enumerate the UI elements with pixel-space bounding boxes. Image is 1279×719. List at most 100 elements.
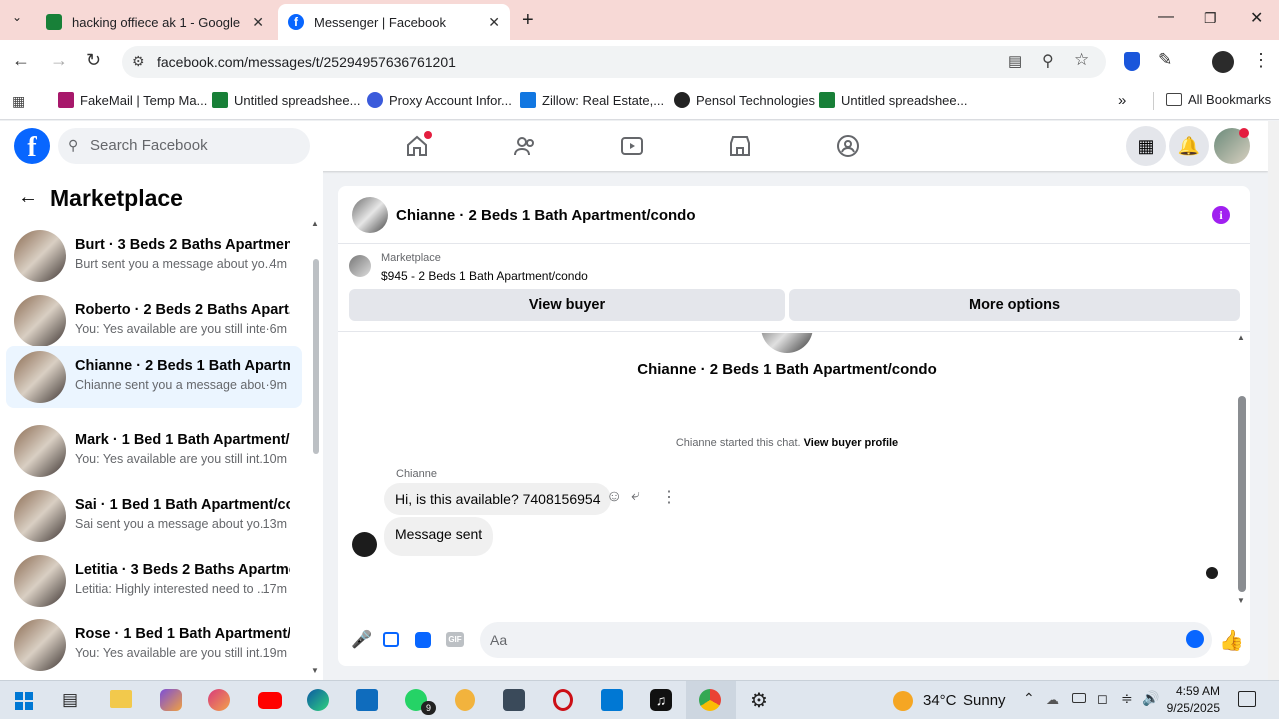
bookmark-star-icon[interactable]: ☆ — [1074, 50, 1089, 70]
new-tab-button[interactable]: + — [522, 9, 534, 32]
photo-icon[interactable] — [383, 632, 399, 647]
menu-grid-icon[interactable]: ▦ — [1126, 126, 1166, 166]
video-icon[interactable] — [620, 134, 644, 158]
bookmark-zillow[interactable]: Zillow: Real Estate,... — [520, 92, 664, 108]
more-bookmarks-icon[interactable]: » — [1118, 92, 1126, 109]
tab-google-sheets[interactable]: hacking offiece ak 1 - Google Sh ✕ — [36, 4, 274, 40]
more-actions-icon[interactable]: ⋮ — [661, 487, 677, 507]
install-icon[interactable]: ▤ — [1008, 52, 1022, 70]
listing-thumbnail[interactable] — [349, 255, 371, 277]
forward-button[interactable]: → — [50, 50, 68, 71]
bookmark-proxy[interactable]: Proxy Account Infor... — [367, 92, 512, 108]
profile-avatar[interactable] — [1212, 51, 1234, 73]
facebook-search-input[interactable]: ⚲ Search Facebook — [58, 128, 310, 164]
conversation-item[interactable]: Sai · 1 Bed 1 Bath Apartment/co... Sai se… — [6, 485, 302, 547]
youtube-icon[interactable] — [258, 692, 282, 709]
extensions-icon[interactable]: ✎ — [1158, 50, 1172, 70]
address-bar[interactable]: ⚙ facebook.com/messages/t/25294957636761… — [122, 46, 1106, 78]
restore-button[interactable]: ❐ — [1204, 10, 1217, 27]
app-icon[interactable] — [208, 689, 230, 711]
scroll-up-icon[interactable]: ▲ — [311, 219, 319, 228]
react-emoji-icon[interactable]: ☺ — [606, 488, 622, 506]
clock-time[interactable]: 4:59 AM — [1166, 684, 1220, 698]
task-view-icon[interactable]: ▤ — [62, 690, 78, 710]
volume-icon[interactable]: 🔊 — [1142, 690, 1159, 707]
opera-icon[interactable] — [553, 689, 573, 711]
chat-title[interactable]: Chianne · 2 Beds 1 Bath Apartment/condo — [396, 207, 695, 224]
scroll-down-icon[interactable]: ▼ — [1237, 596, 1245, 605]
bookmark-spreadsheet-2[interactable]: Untitled spreadshee... — [819, 92, 967, 108]
emoji-icon[interactable] — [1186, 630, 1204, 648]
conversation-item[interactable]: Chianne · 2 Beds 1 Bath Apartm... Chianne… — [6, 346, 302, 408]
extension-shield-icon[interactable] — [1124, 52, 1140, 71]
notification-center-icon[interactable] — [1238, 691, 1256, 707]
microphone-icon[interactable]: 🎤 — [351, 630, 372, 650]
clock-date[interactable]: 9/25/2025 — [1160, 701, 1220, 715]
windows-start-icon[interactable] — [15, 692, 33, 710]
thread-scrollbar[interactable] — [1238, 396, 1246, 592]
listing-title[interactable]: $945 - 2 Beds 1 Bath Apartment/condo — [381, 269, 588, 283]
tab-search-button[interactable]: ⌄ — [12, 10, 22, 24]
minimize-button[interactable]: — — [1158, 8, 1174, 26]
conversation-item[interactable]: Mark · 1 Bed 1 Bath Apartment/... You: Ye… — [6, 420, 302, 482]
store-icon[interactable] — [601, 689, 623, 711]
back-arrow-icon[interactable]: ← — [18, 186, 38, 209]
like-thumb-icon[interactable]: 👍 — [1219, 628, 1244, 653]
tiktok-icon[interactable]: ♫ — [650, 689, 672, 711]
sidebar-scrollbar[interactable] — [313, 259, 319, 454]
close-icon[interactable]: ✕ — [488, 14, 500, 31]
show-hidden-icons-icon[interactable]: ⌃ — [1023, 690, 1035, 707]
marketplace-icon[interactable] — [728, 134, 752, 158]
scroll-up-icon[interactable]: ▲ — [1237, 333, 1245, 342]
reply-icon[interactable]: ⤶ — [631, 487, 640, 505]
conversation-item[interactable]: Roberto · 2 Beds 2 Baths Apart... You: Ye… — [6, 290, 302, 352]
conversation-item[interactable]: Letitia · 3 Beds 2 Baths Apartme... Letit… — [6, 550, 302, 612]
apps-icon[interactable]: ▦ — [12, 93, 25, 110]
weather-temp[interactable]: 34°C — [923, 692, 957, 709]
facebook-logo-icon[interactable]: f — [14, 128, 50, 164]
site-info-icon[interactable]: ⚙ — [132, 53, 145, 70]
close-icon[interactable]: ✕ — [252, 14, 264, 31]
back-button[interactable]: ← — [12, 50, 30, 71]
file-explorer-icon[interactable] — [110, 690, 132, 708]
wifi-icon[interactable]: ≑ — [1121, 690, 1133, 707]
battery-icon[interactable] — [1072, 693, 1086, 703]
conversation-name: Chianne · 2 Beds 1 Bath Apartm... — [75, 358, 290, 374]
close-window-button[interactable]: ✕ — [1250, 8, 1263, 28]
message-bubble[interactable]: Message sent — [384, 517, 494, 556]
bookmark-pensol[interactable]: Pensol Technologies — [674, 92, 815, 108]
settings-gear-icon[interactable]: ⚙ — [750, 688, 768, 713]
chrome-icon[interactable] — [699, 689, 721, 711]
friends-icon[interactable] — [513, 134, 537, 158]
conversation-item[interactable]: Rose · 1 Bed 1 Bath Apartment/c... You: Y… — [6, 614, 302, 676]
medal-icon[interactable] — [455, 689, 475, 711]
all-bookmarks[interactable]: All Bookmarks — [1166, 92, 1271, 107]
scroll-down-icon[interactable]: ▼ — [311, 666, 319, 675]
groups-icon[interactable] — [836, 134, 860, 158]
message-bubble[interactable]: Hi, is this available? 7408156954 — [384, 483, 612, 515]
edge-icon[interactable] — [307, 689, 329, 711]
chat-avatar[interactable] — [352, 197, 388, 233]
weather-text[interactable]: Sunny — [963, 692, 1006, 709]
conversation-item[interactable]: Burt · 3 Beds 2 Baths Apartment... Burt s… — [6, 225, 302, 287]
network-icon[interactable]: ◻ — [1097, 691, 1108, 707]
more-options-button[interactable]: More options — [789, 289, 1240, 321]
reload-button[interactable]: ↻ — [86, 50, 101, 71]
app-icon[interactable] — [503, 689, 525, 711]
page-scrollbar[interactable] — [1268, 121, 1279, 680]
notifications-bell-icon[interactable]: 🔔 — [1169, 126, 1209, 166]
onedrive-cloud-icon[interactable]: ☁ — [1046, 692, 1059, 708]
bookmark-fakemail[interactable]: FakeMail | Temp Ma... — [58, 92, 207, 108]
sticker-icon[interactable] — [415, 632, 431, 648]
zoom-icon[interactable]: ⚲ — [1042, 51, 1054, 71]
bookmark-spreadsheet-1[interactable]: Untitled spreadshee... — [212, 92, 360, 108]
tab-messenger[interactable]: f Messenger | Facebook ✕ — [278, 4, 510, 40]
message-input[interactable]: Aa — [480, 622, 1212, 658]
chrome-menu-icon[interactable]: ⋮ — [1252, 50, 1270, 71]
copilot-icon[interactable] — [160, 689, 182, 711]
gif-icon[interactable]: GIF — [446, 632, 464, 647]
view-buyer-button[interactable]: View buyer — [349, 289, 785, 321]
view-buyer-profile-link[interactable]: View buyer profile — [804, 437, 899, 449]
outlook-icon[interactable] — [356, 689, 378, 711]
info-icon[interactable]: i — [1212, 206, 1230, 224]
